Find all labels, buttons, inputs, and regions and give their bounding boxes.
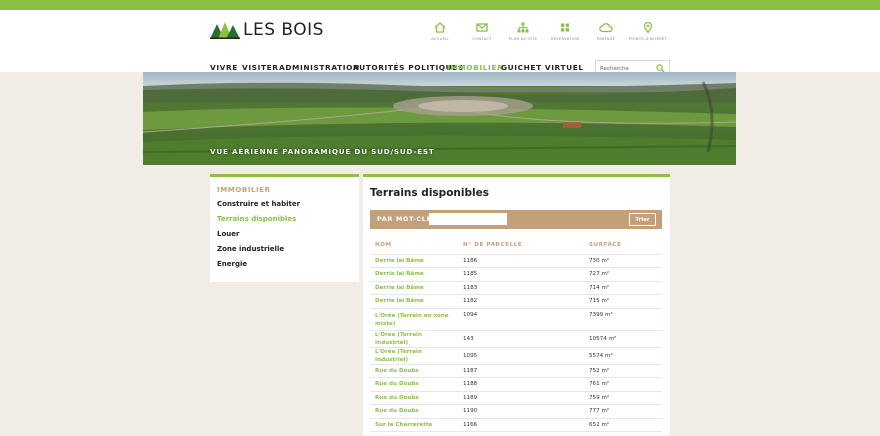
plot-surface: 652 m²	[584, 418, 662, 432]
plot-parcel: 1189	[458, 391, 584, 405]
plot-name-link[interactable]: L'Orée (Terrain en zone mixte)	[370, 308, 458, 331]
plot-parcel: 1188	[458, 377, 584, 392]
plot-surface: 759 m²	[584, 391, 662, 405]
table-row: Rue du Doubs 1188 761 m²	[370, 377, 662, 392]
plot-name-link[interactable]: L'Orée (Terrain Industriel)	[370, 330, 458, 348]
plot-surface: 730 m²	[584, 254, 662, 268]
table-row: L'Orée (Terrain en zone mixte) 1094 7399 m…	[370, 308, 662, 331]
sidebar-item-louer[interactable]: Louer	[217, 230, 239, 238]
plot-name-link[interactable]: Derrie lai Bâme	[370, 267, 458, 282]
plot-parcel: 1095	[458, 347, 584, 365]
quick-link-contact[interactable]: Contact	[459, 22, 505, 41]
plot-surface: 761 m²	[584, 377, 662, 392]
plot-name-link[interactable]: Rue du Doubs	[370, 364, 458, 378]
nav-visiter[interactable]: VISITER	[242, 63, 279, 72]
table-row: L'Orée (Terrain Industriel) 143 10574 m²	[370, 330, 662, 348]
table-row: Derrie lai Bâme 1186 730 m²	[370, 254, 662, 268]
plot-parcel: 1166	[458, 418, 584, 432]
mail-icon	[476, 23, 488, 32]
site-logo[interactable]: LES BOIS	[210, 20, 324, 40]
table-row: Derrie lai Bâme 1183 714 m²	[370, 281, 662, 295]
plots-table: NOM N° DE PARCELLE SURFACE Derrie lai Bâ…	[370, 242, 662, 432]
plot-name-link[interactable]: Derrie lai Bâme	[370, 254, 458, 268]
top-accent-bar	[0, 0, 880, 10]
table-row: L'Orée (Terrain Industriel) 1095 5574 m²	[370, 347, 662, 365]
plot-surface: 7399 m²	[584, 308, 662, 331]
plot-parcel: 1187	[458, 364, 584, 378]
plot-name-link[interactable]: Rue du Doubs	[370, 377, 458, 392]
cloud-icon	[599, 23, 613, 33]
plot-name-link[interactable]: Derrie lai Bâme	[370, 294, 458, 309]
page-title: Terrains disponibles	[370, 187, 489, 199]
plot-parcel: 1094	[458, 308, 584, 331]
keyword-label: PAR MOT-CLÉ	[377, 215, 432, 223]
quick-link-points-interet[interactable]: Points d'intérêt	[625, 22, 671, 41]
quick-link-partage[interactable]: Partage	[583, 22, 629, 41]
plot-surface: 715 m²	[584, 294, 662, 309]
table-row: Sur la Charrerette 1166 652 m²	[370, 418, 662, 432]
plot-surface: 5574 m²	[584, 347, 662, 365]
quick-link-reservation[interactable]: Réservation	[542, 22, 588, 41]
plot-surface: 727 m²	[584, 267, 662, 282]
table-row: Rue du Doubs 1189 759 m²	[370, 391, 662, 405]
plot-parcel: 1182	[458, 294, 584, 309]
plot-parcel: 143	[458, 330, 584, 348]
plot-surface: 714 m²	[584, 281, 662, 295]
keyword-input[interactable]	[429, 213, 507, 225]
plot-parcel: 1190	[458, 404, 584, 419]
map-pin-icon	[643, 22, 653, 33]
table-row: Derrie lai Bâme 1182 715 m²	[370, 294, 662, 309]
plot-name-link[interactable]: Rue du Doubs	[370, 404, 458, 419]
nav-immobilier[interactable]: IMMOBILIER	[447, 63, 503, 72]
plot-parcel: 1183	[458, 281, 584, 295]
plot-surface: 752 m²	[584, 364, 662, 378]
plot-parcel: 1186	[458, 254, 584, 268]
home-icon	[434, 22, 446, 33]
hero-banner: VUE AÉRIENNE PANORAMIQUE DU SUD/SUD-EST	[143, 72, 736, 165]
hero-caption: VUE AÉRIENNE PANORAMIQUE DU SUD/SUD-EST	[210, 147, 435, 156]
plot-name-link[interactable]: L'Orée (Terrain Industriel)	[370, 347, 458, 365]
plot-name-link[interactable]: Derrie lai Bâme	[370, 281, 458, 295]
nav-vivre[interactable]: VIVRE	[210, 63, 238, 72]
plot-surface: 10574 m²	[584, 330, 662, 348]
nav-guichet-virtuel[interactable]: GUICHET VIRTUEL	[501, 63, 584, 72]
column-header-parcel[interactable]: N° DE PARCELLE	[458, 242, 584, 255]
sidebar-item-energie[interactable]: Energie	[217, 260, 247, 268]
plot-name-link[interactable]: Sur la Charrerette	[370, 418, 458, 432]
plot-parcel: 1185	[458, 267, 584, 282]
nav-administration[interactable]: ADMINISTRATION	[279, 63, 360, 72]
logo-mountains-icon	[210, 22, 240, 39]
site-name: LES BOIS	[243, 20, 324, 40]
sidebar-item-terrains[interactable]: Terrains disponibles	[217, 215, 296, 223]
table-row: Derrie lai Bâme 1185 727 m²	[370, 267, 662, 282]
site-header: LES BOIS Accueil Contact Plan du site Ré…	[0, 10, 880, 76]
table-row: Rue du Doubs 1190 777 m²	[370, 404, 662, 419]
main-content: Terrains disponibles PAR MOT-CLÉ Trier N…	[363, 174, 670, 436]
sidebar-item-construire[interactable]: Construire et habiter	[217, 200, 300, 208]
sidebar: IMMOBILIER Construire et habiter Terrain…	[210, 174, 359, 282]
sidebar-heading: IMMOBILIER	[217, 186, 271, 194]
column-header-surface[interactable]: SURFACE	[584, 242, 662, 255]
plot-surface: 777 m²	[584, 404, 662, 419]
column-header-name[interactable]: NOM	[370, 242, 458, 255]
quick-link-plan-du-site[interactable]: Plan du site	[500, 22, 546, 41]
plot-name-link[interactable]: Rue du Doubs	[370, 391, 458, 405]
reservation-icon	[561, 23, 569, 32]
table-row: Rue du Doubs 1187 752 m²	[370, 364, 662, 378]
keyword-filter-bar: PAR MOT-CLÉ Trier	[370, 210, 662, 229]
sort-button[interactable]: Trier	[629, 213, 656, 226]
sitemap-icon	[517, 22, 529, 33]
sidebar-item-zone-industrielle[interactable]: Zone industrielle	[217, 245, 284, 253]
quick-link-accueil[interactable]: Accueil	[417, 22, 463, 41]
